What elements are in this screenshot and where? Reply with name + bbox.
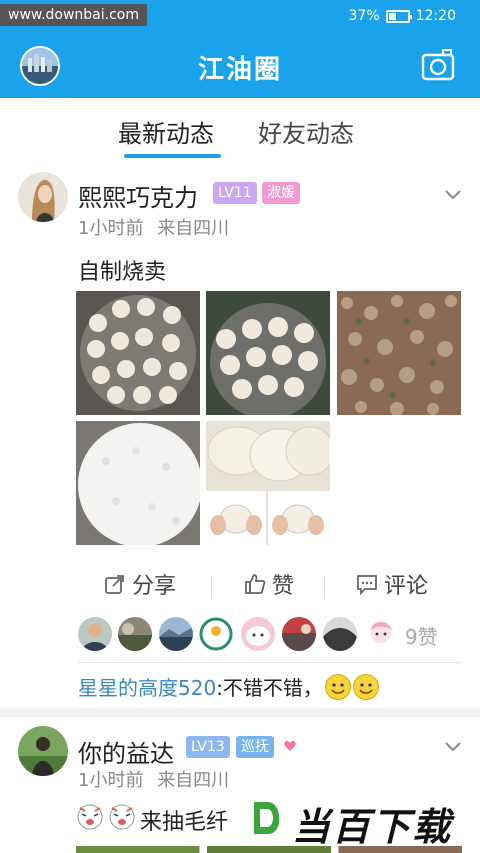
battery-icon bbox=[385, 9, 412, 23]
like-button[interactable]: 赞 bbox=[244, 568, 294, 600]
liker-avatar[interactable] bbox=[159, 617, 193, 651]
liker-avatar[interactable] bbox=[364, 617, 398, 651]
post-time: 1小时前 bbox=[78, 770, 144, 791]
feed-tabs: 最新动态 好友动态 bbox=[0, 98, 480, 162]
avatar[interactable] bbox=[18, 172, 68, 222]
likers-row: 9赞 bbox=[78, 617, 462, 653]
comment-icon bbox=[357, 575, 377, 595]
post-meta: 1小时前 来自四川 bbox=[78, 766, 229, 792]
logo-text: 当百下载 bbox=[292, 805, 453, 849]
chevron-down-icon[interactable] bbox=[444, 186, 462, 204]
active-tab-indicator bbox=[124, 154, 221, 158]
post-image[interactable] bbox=[76, 421, 200, 545]
avatar[interactable] bbox=[18, 726, 68, 776]
level-badge: LV13 bbox=[186, 736, 230, 758]
share-icon bbox=[105, 575, 124, 594]
liker-avatar[interactable] bbox=[282, 617, 316, 651]
comment-button[interactable]: 评论 bbox=[356, 568, 428, 600]
brand-logo: 当百下载 bbox=[238, 792, 480, 849]
logo-d-icon bbox=[238, 792, 294, 844]
like-label: 赞 bbox=[272, 574, 295, 599]
post-meta: 1小时前 来自四川 bbox=[78, 214, 229, 240]
sticker-icon bbox=[76, 802, 104, 830]
divider bbox=[78, 662, 462, 663]
app-header: 江油圈 bbox=[0, 34, 480, 98]
post-actions: 分享 赞 评论 bbox=[78, 568, 462, 608]
level-badge: LV11 bbox=[213, 182, 257, 204]
share-label: 分享 bbox=[132, 574, 177, 599]
heart-icon bbox=[284, 740, 296, 751]
liker-avatar[interactable] bbox=[241, 617, 275, 651]
comment-label: 评论 bbox=[384, 574, 429, 599]
post-location: 来自四川 bbox=[157, 218, 230, 239]
username[interactable]: 你的益达 bbox=[78, 734, 174, 769]
post-image[interactable] bbox=[206, 291, 330, 415]
post-image[interactable] bbox=[206, 421, 330, 545]
post-time: 1小时前 bbox=[78, 218, 144, 239]
like-count: 9赞 bbox=[405, 625, 438, 649]
page-title: 江油圈 bbox=[197, 55, 282, 85]
status-bar: www.downbai.com 37% 12:20 bbox=[0, 0, 480, 34]
post-text: 来抽毛纤 bbox=[140, 810, 229, 835]
comment-row: 星星的高度520 :不错不错， bbox=[78, 672, 379, 701]
watermark-text: www.downbai.com bbox=[0, 4, 147, 26]
post-location: 来自四川 bbox=[157, 770, 230, 791]
title-badge: 巡抚 bbox=[236, 736, 274, 758]
liker-avatar[interactable] bbox=[118, 617, 152, 651]
clock: 12:20 bbox=[415, 8, 456, 24]
tab-friends[interactable]: 好友动态 bbox=[258, 114, 354, 149]
tab-latest[interactable]: 最新动态 bbox=[118, 114, 214, 149]
divider bbox=[324, 576, 325, 598]
status-right: 37% 12:20 bbox=[349, 8, 456, 24]
battery-percent: 37% bbox=[348, 8, 380, 24]
post-text: 自制烧卖 bbox=[78, 260, 167, 285]
smile-emoji-icon bbox=[324, 673, 351, 700]
liker-avatar[interactable] bbox=[323, 617, 357, 651]
thumbs-up-icon bbox=[245, 574, 266, 594]
liker-avatar[interactable] bbox=[78, 617, 112, 651]
post-separator bbox=[0, 708, 480, 718]
post-image[interactable] bbox=[76, 291, 200, 415]
liker-avatar[interactable] bbox=[199, 617, 233, 651]
comment-text: :不错不错， bbox=[216, 676, 323, 700]
post-image[interactable] bbox=[337, 291, 461, 415]
share-button[interactable]: 分享 bbox=[104, 568, 176, 600]
chevron-down-icon[interactable] bbox=[444, 738, 462, 756]
comment-username[interactable]: 星星的高度520 bbox=[78, 672, 216, 701]
divider bbox=[211, 576, 212, 598]
post-card: 熙熙巧克力 LV11 淑媛 1小时前 来自四川 自制烧卖 分享 赞 评论 9赞 … bbox=[0, 162, 480, 702]
sticker-icon bbox=[108, 802, 136, 830]
camera-icon[interactable] bbox=[421, 48, 455, 82]
smile-emoji-icon bbox=[352, 673, 379, 700]
username[interactable]: 熙熙巧克力 bbox=[78, 178, 198, 213]
title-badge: 淑媛 bbox=[262, 182, 300, 204]
